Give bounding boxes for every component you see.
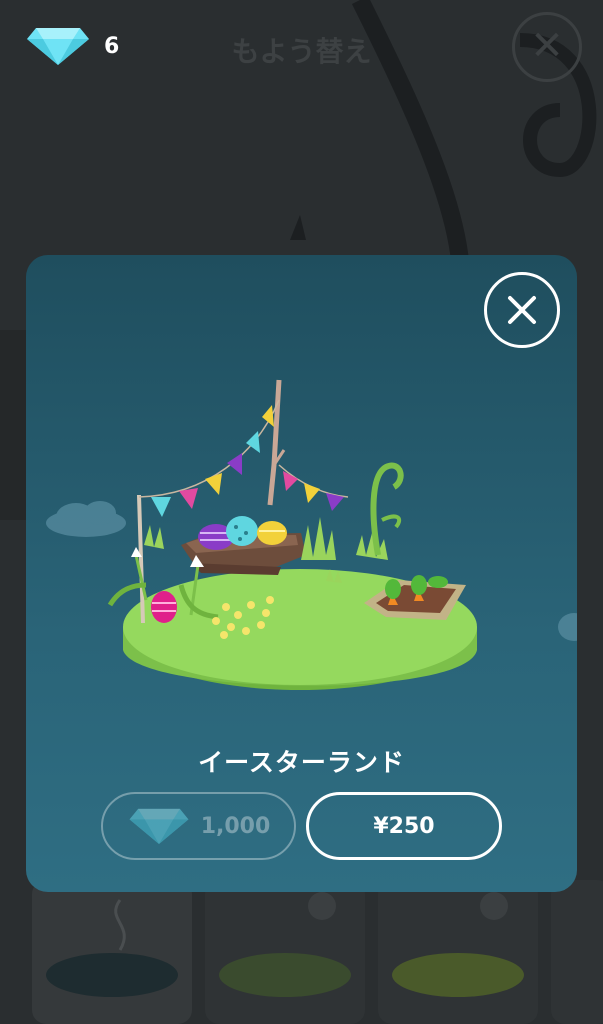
thumbnail-row: [0, 880, 603, 1024]
item-name: イースターランド: [198, 748, 405, 777]
item-preview-modal: イースターランド 1,000 ¥250: [26, 255, 577, 892]
buy-with-yen-button[interactable]: ¥250: [306, 792, 502, 860]
diamond-icon: [129, 808, 189, 845]
modal-close-button[interactable]: [484, 272, 560, 348]
background-close-button[interactable]: ✕: [512, 12, 582, 82]
close-icon: [508, 296, 536, 324]
bunting-flags: [151, 405, 344, 517]
close-icon: ✕: [530, 23, 564, 69]
thumbnail-decor: [46, 892, 524, 997]
yen-price-label: ¥250: [373, 813, 435, 839]
gem-price-label: 1,000: [200, 813, 271, 839]
buy-with-gems-button[interactable]: 1,000: [101, 792, 296, 860]
